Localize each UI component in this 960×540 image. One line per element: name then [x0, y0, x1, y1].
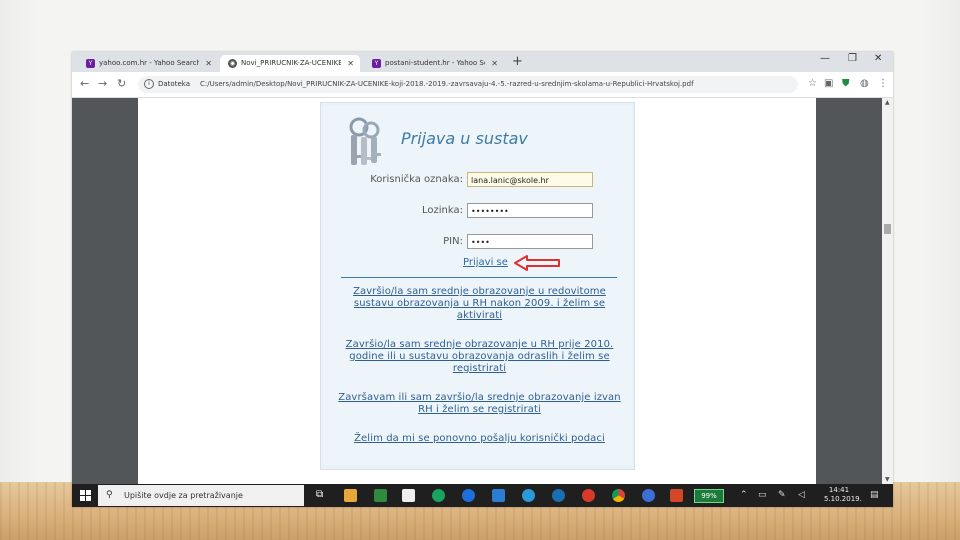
back-icon[interactable]: ← — [80, 77, 89, 90]
windows-store-icon[interactable] — [492, 489, 505, 502]
vertical-scrollbar[interactable]: ▲ ▼ — [882, 98, 893, 484]
powerpoint-icon[interactable] — [670, 489, 683, 502]
tab-pdf-document[interactable]: ◉ Novi_PRIRUCNIK-ZA-UCENIKE-I ✕ — [220, 55, 360, 72]
task-view-icon[interactable]: ⧉ — [316, 489, 329, 502]
close-icon[interactable]: ✕ — [205, 55, 212, 72]
globe-icon: ◉ — [228, 59, 237, 68]
app-icon[interactable] — [522, 489, 535, 502]
reload-icon[interactable]: ↻ — [117, 77, 126, 90]
pen-icon[interactable]: ✎ — [778, 490, 786, 500]
app-icon[interactable] — [552, 489, 565, 502]
option-link-resend-credentials[interactable]: Želim da mi se ponovno pošalju korisničk… — [337, 433, 622, 445]
keys-icon — [349, 117, 381, 165]
address-bar: ← → ↻ i Datoteka C:/Users/admin/Desktop/No… — [72, 72, 893, 98]
divider — [341, 277, 617, 278]
chrome-icon[interactable] — [612, 489, 625, 502]
app-icon[interactable] — [432, 489, 445, 502]
network-icon[interactable]: ▭ — [758, 490, 767, 500]
password-label: Lozinka: — [422, 205, 463, 216]
password-field[interactable]: •••••••• — [467, 203, 593, 218]
store-icon[interactable] — [374, 489, 387, 502]
mail-icon[interactable] — [402, 489, 415, 502]
maximize-icon[interactable]: ❐ — [848, 53, 857, 64]
option-link-activate[interactable]: Završio/la sam srednje obrazovanje u red… — [337, 286, 622, 322]
profile-icon[interactable]: ◍ — [860, 78, 869, 89]
pdf-viewer: Prijava u sustav Korisnička oznaka: lana… — [72, 98, 882, 484]
option-link-register-before-2010[interactable]: Završio/la sam srednje obrazovanje u RH … — [337, 339, 622, 375]
close-window-icon[interactable]: ✕ — [874, 53, 882, 64]
close-icon[interactable]: ✕ — [491, 55, 498, 72]
app-icon[interactable] — [642, 489, 655, 502]
scroll-thumb[interactable] — [884, 224, 891, 234]
edge-icon[interactable] — [462, 489, 475, 502]
scroll-down-icon[interactable]: ▼ — [885, 476, 890, 483]
option-link-register-abroad[interactable]: Završavam ili sam završio/la srednje obr… — [337, 392, 622, 416]
notification-icon[interactable]: ▤ — [870, 490, 879, 500]
red-arrow-annotation — [514, 255, 560, 271]
tab-postani-student[interactable]: Ypostani-student.hr - Yahoo Search✕ — [364, 55, 504, 72]
login-panel-image: Prijava u sustav Korisnička oznaka: lana… — [320, 102, 635, 470]
login-title: Prijava u sustav — [401, 129, 528, 148]
battery-indicator[interactable]: 99% — [694, 489, 724, 503]
new-tab-icon[interactable]: + — [512, 54, 523, 69]
yahoo-icon: Y — [372, 59, 381, 68]
pin-label: PIN: — [443, 236, 463, 247]
pin-field[interactable]: •••• — [467, 234, 593, 249]
close-icon[interactable]: ✕ — [347, 55, 354, 72]
info-icon[interactable]: i — [144, 79, 154, 89]
pdf-page: Prijava u sustav Korisnička oznaka: lana… — [138, 98, 816, 484]
shield-icon[interactable]: ⛊ — [842, 78, 850, 89]
screenshot-window: Yyahoo.com.hr - Yahoo Search Re✕ ◉Novi_P… — [72, 52, 893, 507]
minimize-icon[interactable]: — — [820, 53, 830, 64]
scroll-up-icon[interactable]: ▲ — [885, 99, 890, 106]
username-field[interactable]: lana.lanic@skole.hr — [467, 172, 593, 187]
app-icon[interactable] — [582, 489, 595, 502]
bookmark-star-icon[interactable]: ☆ — [808, 78, 817, 89]
volume-icon[interactable]: ◁ — [798, 490, 805, 500]
windows-taskbar: ⚲ Upišite ovdje za pretraživanje ⧉ 99% ⌃… — [72, 484, 893, 507]
forward-icon[interactable]: → — [98, 77, 107, 90]
chevron-up-icon[interactable]: ⌃ — [740, 490, 748, 500]
file-explorer-icon[interactable] — [344, 489, 357, 502]
tab-bar: Yyahoo.com.hr - Yahoo Search Re✕ ◉Novi_P… — [72, 52, 893, 72]
extension-icon[interactable]: ▣ — [824, 78, 833, 89]
username-label: Korisnička oznaka: — [370, 174, 463, 185]
url-field[interactable]: i Datoteka C:/Users/admin/Desktop/Novi_PRI… — [138, 76, 798, 93]
taskbar-clock[interactable]: 14:41 5.10.2019. — [824, 486, 862, 504]
login-link[interactable]: Prijavi se — [463, 257, 508, 268]
menu-icon[interactable]: ⋮ — [878, 78, 888, 89]
taskbar-search-input[interactable]: ⚲ Upišite ovdje za pretraživanje — [98, 485, 304, 506]
yahoo-icon: Y — [86, 59, 95, 68]
search-icon: ⚲ — [106, 490, 113, 500]
windows-start-icon[interactable] — [80, 490, 91, 501]
tab-yahoo-search[interactable]: Yyahoo.com.hr - Yahoo Search Re✕ — [78, 55, 218, 72]
